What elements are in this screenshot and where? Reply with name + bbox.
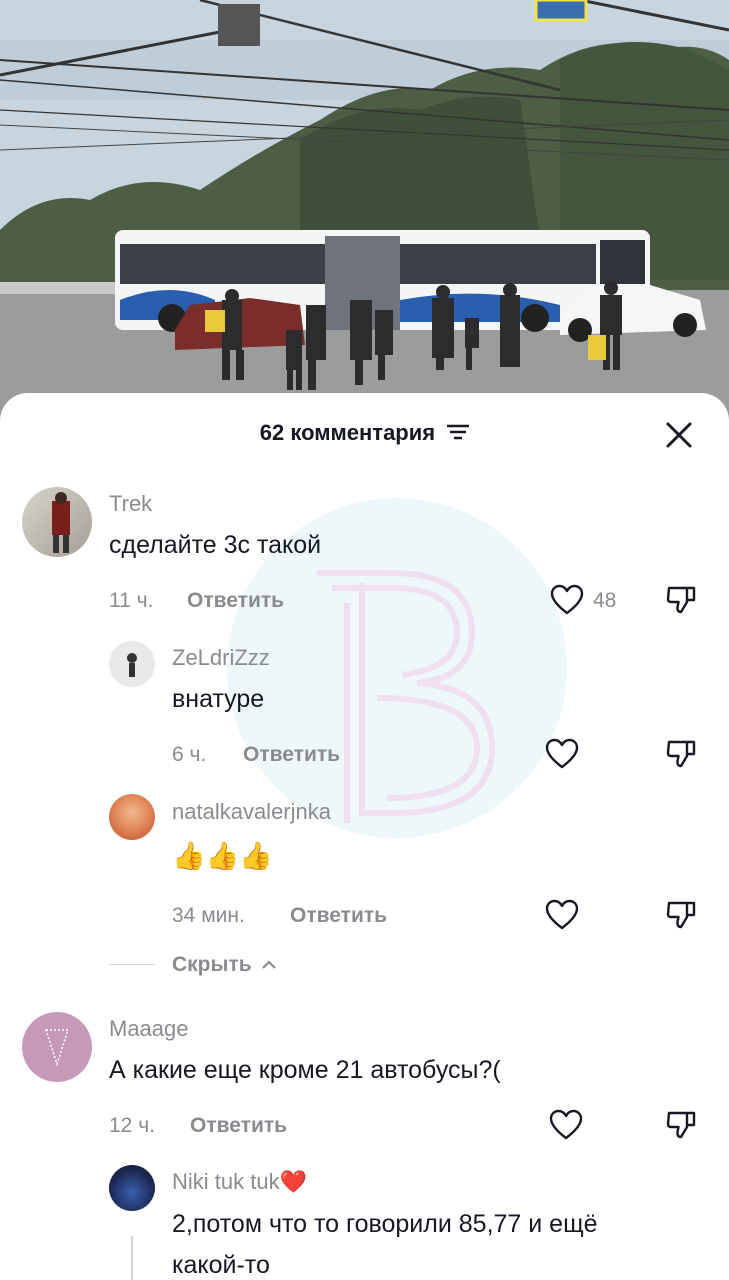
- heart-icon[interactable]: [545, 738, 579, 770]
- comment-username[interactable]: Maaage: [109, 1016, 189, 1042]
- hide-replies-divider: [109, 964, 155, 965]
- comment-text: 2,потом что то говорили 85,77 и ещё: [172, 1210, 598, 1238]
- heart-icon[interactable]: [549, 1109, 583, 1141]
- comment-time: 34 мин.: [172, 904, 245, 927]
- avatar[interactable]: [109, 1165, 155, 1211]
- dislike-icon[interactable]: [665, 897, 699, 931]
- reply-button[interactable]: Ответить: [290, 904, 387, 928]
- dislike-icon[interactable]: [665, 736, 699, 770]
- comment-time: 12 ч.: [109, 1114, 155, 1137]
- comment-text-continued: какой-то: [172, 1251, 270, 1279]
- comment-username[interactable]: Trek: [109, 491, 152, 517]
- avatar[interactable]: [22, 1012, 92, 1082]
- reply-button[interactable]: Ответить: [187, 589, 284, 613]
- comment-text: А какие еще кроме 21 автобусы?(: [109, 1056, 501, 1084]
- reply-button[interactable]: Ответить: [243, 743, 340, 767]
- comment-username[interactable]: natalkavalerjnka: [172, 799, 331, 825]
- close-icon[interactable]: [664, 420, 694, 450]
- hide-replies-label: Скрыть: [172, 953, 252, 976]
- hide-replies-button[interactable]: Скрыть: [172, 953, 277, 977]
- comment-text: сделайте 3с такой: [109, 531, 322, 559]
- video-frame[interactable]: [0, 0, 729, 430]
- heart-icon[interactable]: [550, 584, 584, 616]
- comment-time: 11 ч.: [109, 589, 154, 612]
- avatar[interactable]: [109, 641, 155, 687]
- filter-icon[interactable]: [447, 424, 470, 440]
- comments-title[interactable]: 62 комментария: [0, 420, 729, 446]
- like-count: 48: [593, 589, 617, 612]
- comment-text: внатуре: [172, 685, 265, 713]
- comment-username[interactable]: ZeLdriZzz: [172, 645, 270, 671]
- comments-count-label: 62 комментария: [259, 420, 436, 445]
- comment-time: 6 ч.: [172, 743, 207, 766]
- reply-button[interactable]: Ответить: [190, 1114, 287, 1138]
- heart-icon[interactable]: [545, 899, 579, 931]
- avatar[interactable]: [109, 794, 155, 840]
- comment-username[interactable]: Niki tuk tuk❤️: [172, 1169, 307, 1195]
- video-scene: [0, 0, 729, 430]
- sheet-header: 62 комментария: [0, 393, 729, 475]
- dislike-icon[interactable]: [665, 582, 699, 616]
- comments-sheet: 62 комментария Trek сделайте 3с такой 11…: [0, 393, 729, 1280]
- chevron-up-icon: [262, 960, 277, 969]
- avatar[interactable]: [22, 487, 92, 557]
- dislike-icon[interactable]: [665, 1107, 699, 1141]
- thread-line: [131, 1236, 133, 1280]
- comment-text: 👍👍👍: [172, 841, 273, 871]
